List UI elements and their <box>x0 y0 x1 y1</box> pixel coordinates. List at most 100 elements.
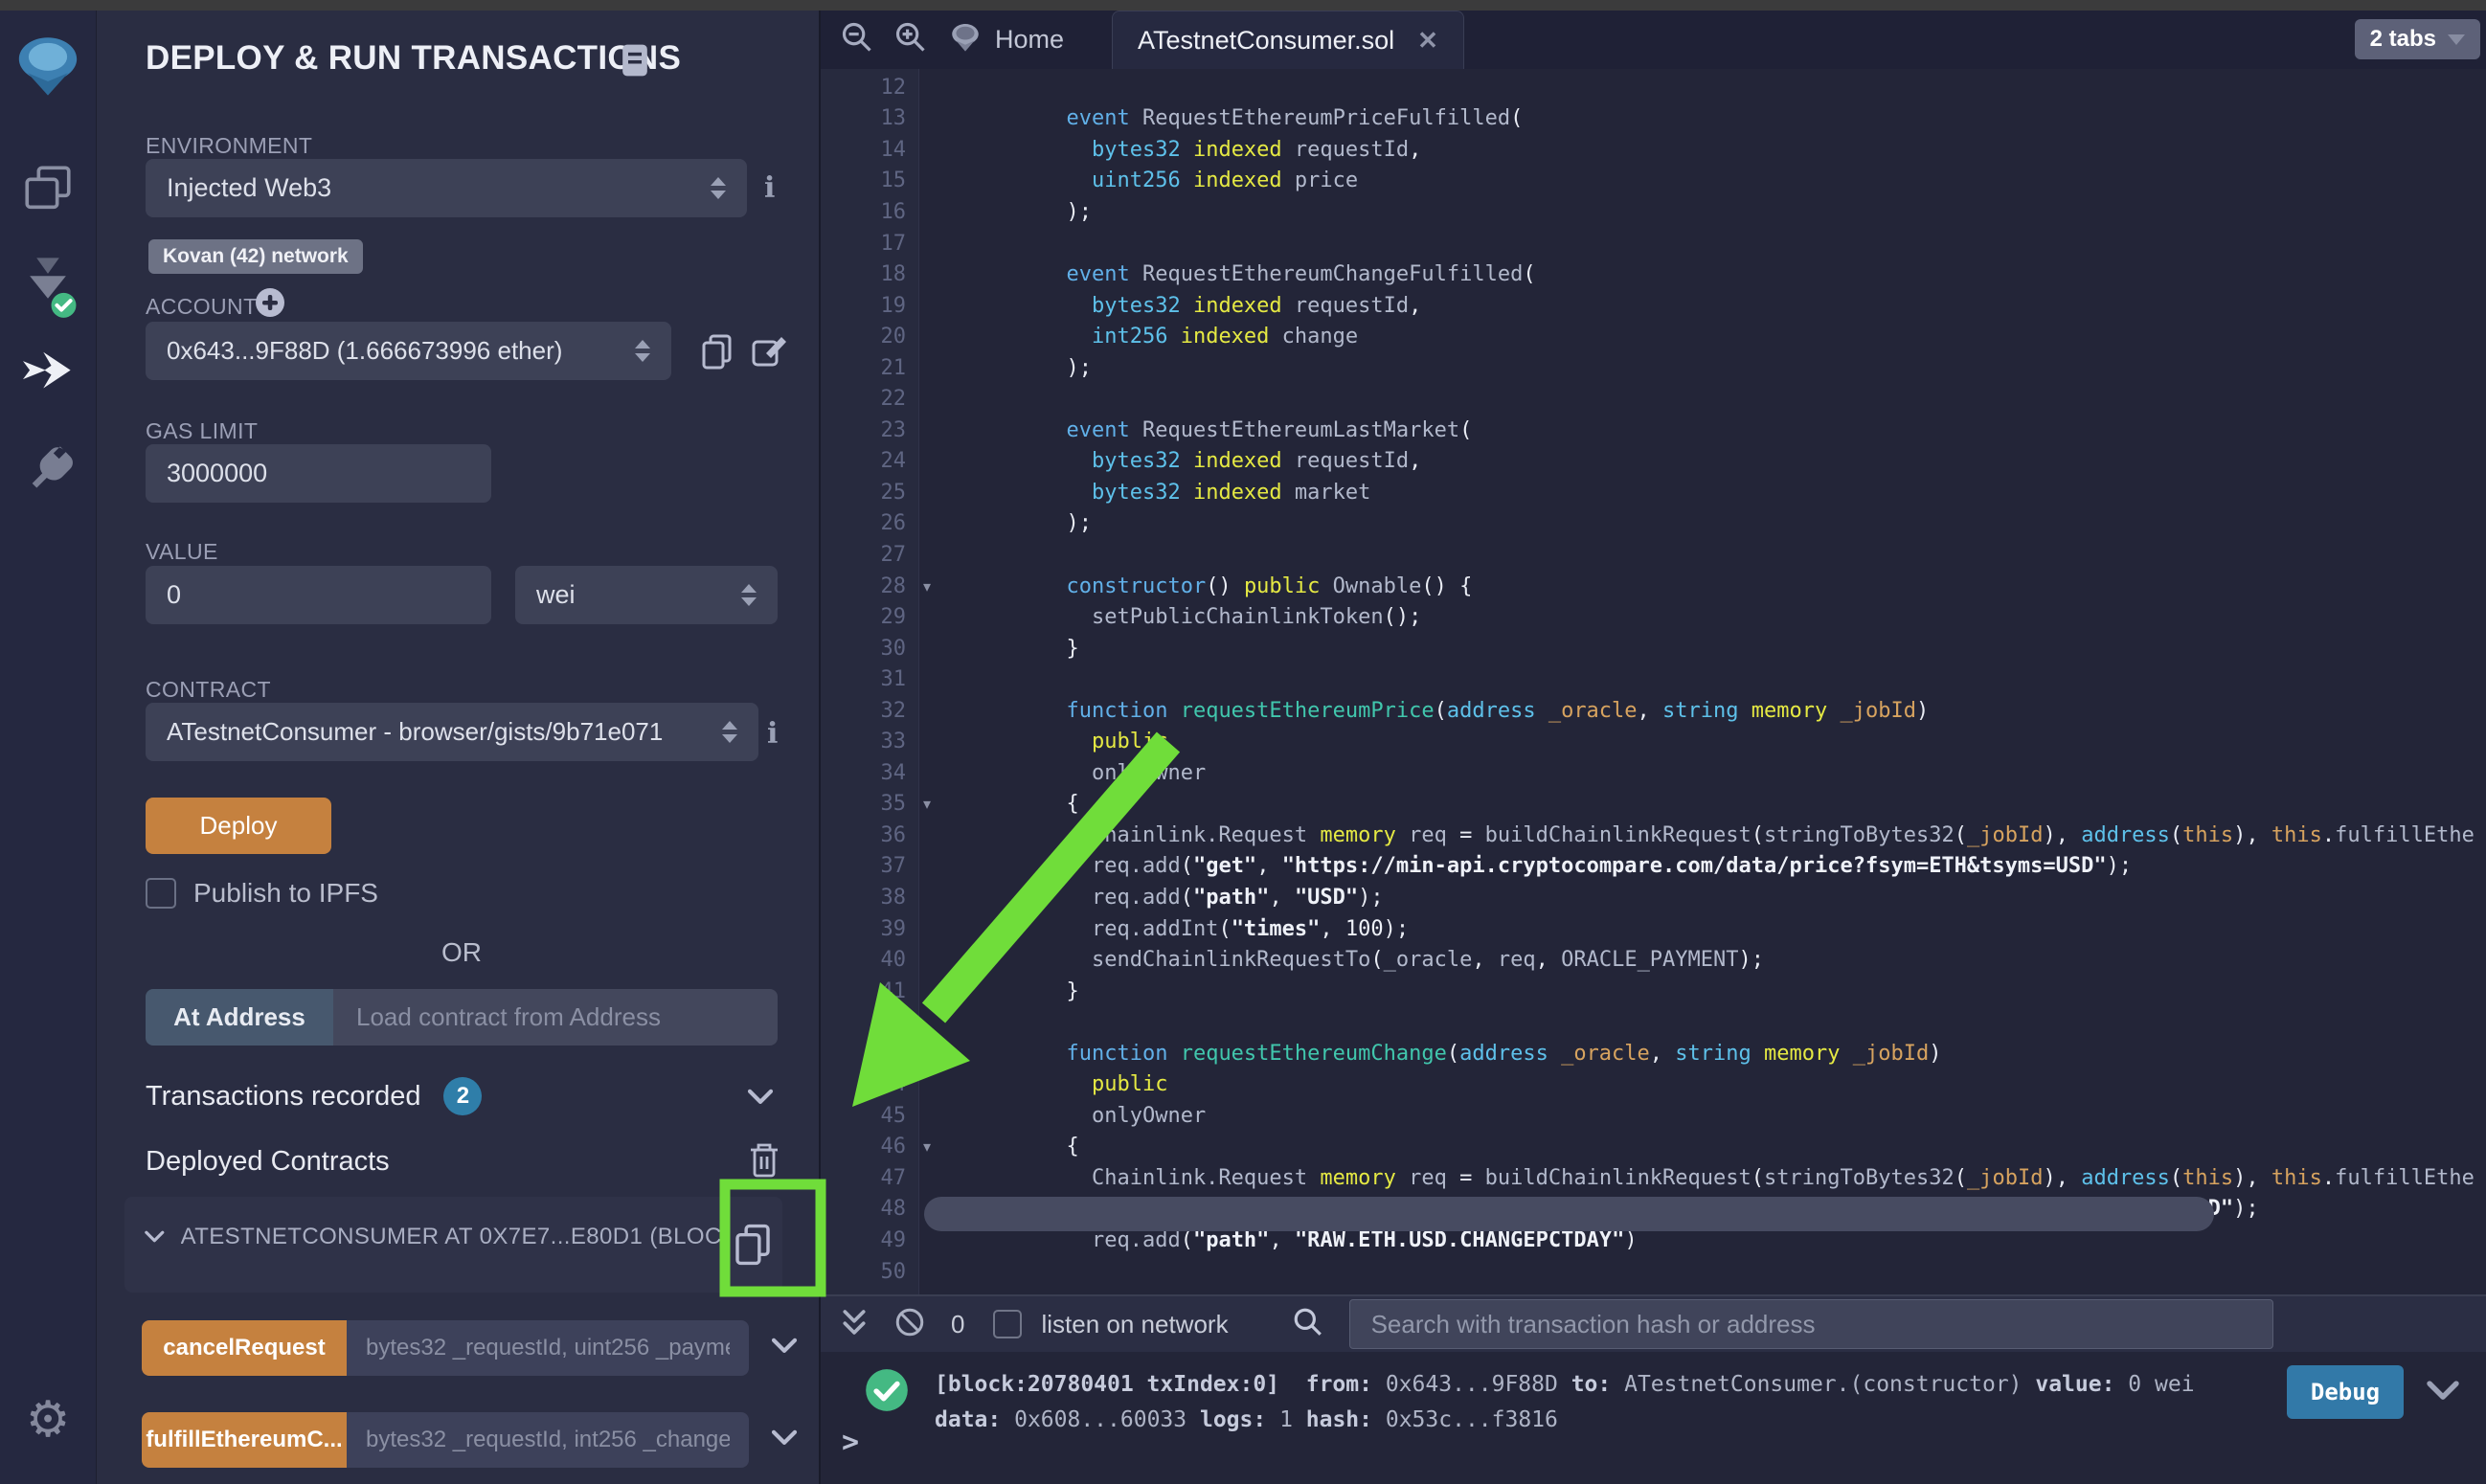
plugin-manager-icon[interactable] <box>21 438 75 496</box>
value-input[interactable] <box>167 580 470 610</box>
terminal: 0 listen on network [block:20780401 txIn… <box>819 1294 2486 1484</box>
publish-ipfs-checkbox[interactable] <box>146 878 176 909</box>
code-line[interactable]: 50 <box>821 1256 2486 1288</box>
copy-instance-address-icon[interactable] <box>731 1222 775 1272</box>
panel-title: DEPLOY & RUN TRANSACTIONS <box>146 39 681 78</box>
code-line[interactable]: 40 sendChainlinkRequestTo(_oracle, req, … <box>821 944 2486 976</box>
edit-account-icon[interactable] <box>750 332 788 375</box>
code-line[interactable]: 22 <box>821 383 2486 415</box>
at-address-input[interactable] <box>333 989 778 1046</box>
transactions-recorded-row[interactable]: Transactions recorded 2 <box>146 1077 482 1115</box>
tx-log-entry[interactable]: [block:20780401 txIndex:0] from: 0x643..… <box>864 1367 2195 1438</box>
tabs-count-dropdown[interactable]: 2 tabs <box>2355 19 2480 59</box>
gas-limit-input[interactable] <box>167 459 470 488</box>
tab-atestnetconsumer[interactable]: ATestnetConsumer.sol ✕ <box>1112 11 1464 69</box>
code-line[interactable]: 31 <box>821 663 2486 695</box>
instance-header[interactable]: ATESTNETCONSUMER AT 0X7E7...E80D1 (BLOCK… <box>144 1224 728 1250</box>
fulfillEthereumChange-button[interactable]: fulfillEthereumC... <box>142 1412 347 1468</box>
code-line[interactable]: 23 event RequestEthereumLastMarket( <box>821 415 2486 446</box>
code-line[interactable]: 25 bytes32 indexed market <box>821 477 2486 508</box>
tab-close-icon[interactable]: ✕ <box>1417 26 1438 56</box>
debug-button[interactable]: Debug <box>2287 1365 2404 1419</box>
code-line[interactable]: 17 <box>821 228 2486 259</box>
code-line[interactable]: 41 } <box>821 976 2486 1007</box>
code-line[interactable]: 36 Chainlink.Request memory req = buildC… <box>821 820 2486 851</box>
add-account-icon[interactable] <box>254 286 286 324</box>
contract-select[interactable]: ATestnetConsumer - browser/gists/9b71e07… <box>146 703 758 761</box>
deploy-and-run-icon[interactable] <box>20 348 76 402</box>
fulfillEthereumChange-params-input[interactable] <box>347 1412 749 1468</box>
instance-chevron-down-icon <box>144 1227 166 1247</box>
value-unit-select[interactable]: wei <box>515 566 778 624</box>
code-line[interactable]: 33 public <box>821 726 2486 757</box>
code-line[interactable]: 12 <box>821 72 2486 103</box>
code-line[interactable]: 39 req.addInt("times", 100); <box>821 913 2486 945</box>
window-top-strip <box>0 0 2486 11</box>
code-line[interactable]: 19 bytes32 indexed requestId, <box>821 290 2486 322</box>
code-line[interactable]: 34 onlyOwner <box>821 757 2486 789</box>
publish-ipfs-row: Publish to IPFS <box>146 878 378 909</box>
copy-account-icon[interactable] <box>698 332 736 375</box>
code-line[interactable]: 29 setPublicChainlinkToken(); <box>821 601 2486 633</box>
function-row: cancelRequest <box>142 1320 799 1376</box>
code-line[interactable]: 13 event RequestEthereumPriceFulfilled( <box>821 103 2486 135</box>
cancelRequest-button[interactable]: cancelRequest <box>142 1320 347 1376</box>
code-line[interactable]: 20 int256 indexed change <box>821 321 2486 352</box>
zoom-out-icon[interactable] <box>840 20 874 59</box>
tab-home-label: Home <box>995 25 1064 55</box>
horizontal-scrollbar[interactable] <box>924 1197 2214 1231</box>
environment-info-icon[interactable]: i <box>764 171 775 205</box>
tx-log-text: [block:20780401 txIndex:0] from: 0x643..… <box>935 1367 2195 1438</box>
tab-home[interactable]: Home <box>949 23 1064 57</box>
code-line[interactable]: 16 ); <box>821 196 2486 228</box>
log-expand-chevron-icon[interactable] <box>2425 1379 2461 1410</box>
zoom-in-icon[interactable] <box>893 20 928 59</box>
clear-instances-trash-icon[interactable] <box>746 1140 782 1185</box>
contract-info-icon[interactable]: i <box>767 717 778 751</box>
settings-gear-icon[interactable]: ⚙ <box>26 1395 71 1445</box>
code-line[interactable]: 37 req.add("get", "https://min-api.crypt… <box>821 851 2486 883</box>
deploy-button[interactable]: Deploy <box>146 798 331 854</box>
code-line[interactable]: 18 event RequestEthereumChangeFulfilled( <box>821 259 2486 290</box>
code-line[interactable]: 32 function requestEthereumPrice(address… <box>821 695 2486 727</box>
code-line[interactable]: 30 } <box>821 633 2486 664</box>
activity-bar: ⚙ <box>0 11 97 1484</box>
solidity-compiler-icon[interactable] <box>18 256 78 324</box>
code-line[interactable]: 44 public <box>821 1069 2486 1101</box>
cancelRequest-params-input[interactable] <box>347 1320 749 1376</box>
expand-terminal-icon[interactable] <box>840 1306 869 1343</box>
code-line[interactable]: 24 bytes32 indexed requestId, <box>821 446 2486 478</box>
account-select[interactable]: 0x643...9F88D (1.666673996 ether) <box>146 322 671 380</box>
at-address-button[interactable]: At Address <box>146 989 333 1046</box>
terminal-search-input[interactable] <box>1349 1299 2273 1349</box>
code-line[interactable]: 15 uint256 indexed price <box>821 166 2486 197</box>
account-label: ACCOUNT <box>146 294 258 320</box>
code-line[interactable]: 46▾ { <box>821 1132 2486 1163</box>
code-line[interactable]: 28▾ constructor() public Ownable() { <box>821 571 2486 602</box>
function-expand-chevron-icon[interactable] <box>770 1428 799 1453</box>
code-line[interactable]: 14 bytes32 indexed requestId, <box>821 134 2486 166</box>
environment-select[interactable]: Injected Web3 <box>146 159 747 217</box>
value-input-wrap <box>146 566 491 624</box>
function-expand-chevron-icon[interactable] <box>770 1336 799 1361</box>
terminal-toolbar: 0 listen on network <box>821 1294 2486 1352</box>
code-line[interactable]: 38 req.add("path", "USD"); <box>821 882 2486 913</box>
code-line[interactable]: 47 Chainlink.Request memory req = buildC… <box>821 1162 2486 1194</box>
contract-label: CONTRACT <box>146 677 271 703</box>
code-line[interactable]: 27 <box>821 539 2486 571</box>
transactions-chevron-down-icon[interactable] <box>746 1087 775 1113</box>
terminal-prompt[interactable]: > <box>842 1426 859 1459</box>
code-line[interactable]: 21 ); <box>821 352 2486 384</box>
code-line[interactable]: 35▾ { <box>821 789 2486 821</box>
code-editor[interactable]: 1213 event RequestEthereumPriceFulfilled… <box>819 69 2486 1294</box>
clear-console-icon[interactable] <box>893 1306 926 1343</box>
instance-header-label: ATESTNETCONSUMER AT 0X7E7...E80D1 (BLOCK… <box>181 1224 728 1250</box>
code-line[interactable]: 43 function requestEthereumChange(addres… <box>821 1038 2486 1069</box>
code-line[interactable]: 45 onlyOwner <box>821 1100 2486 1132</box>
listen-network-checkbox[interactable] <box>993 1310 1022 1338</box>
code-line[interactable]: 42 <box>821 1006 2486 1038</box>
code-line[interactable]: 26 ); <box>821 508 2486 540</box>
or-divider: OR <box>146 937 778 968</box>
file-explorer-icon[interactable] <box>20 161 76 221</box>
function-row: fulfillEthereumC... <box>142 1412 799 1468</box>
